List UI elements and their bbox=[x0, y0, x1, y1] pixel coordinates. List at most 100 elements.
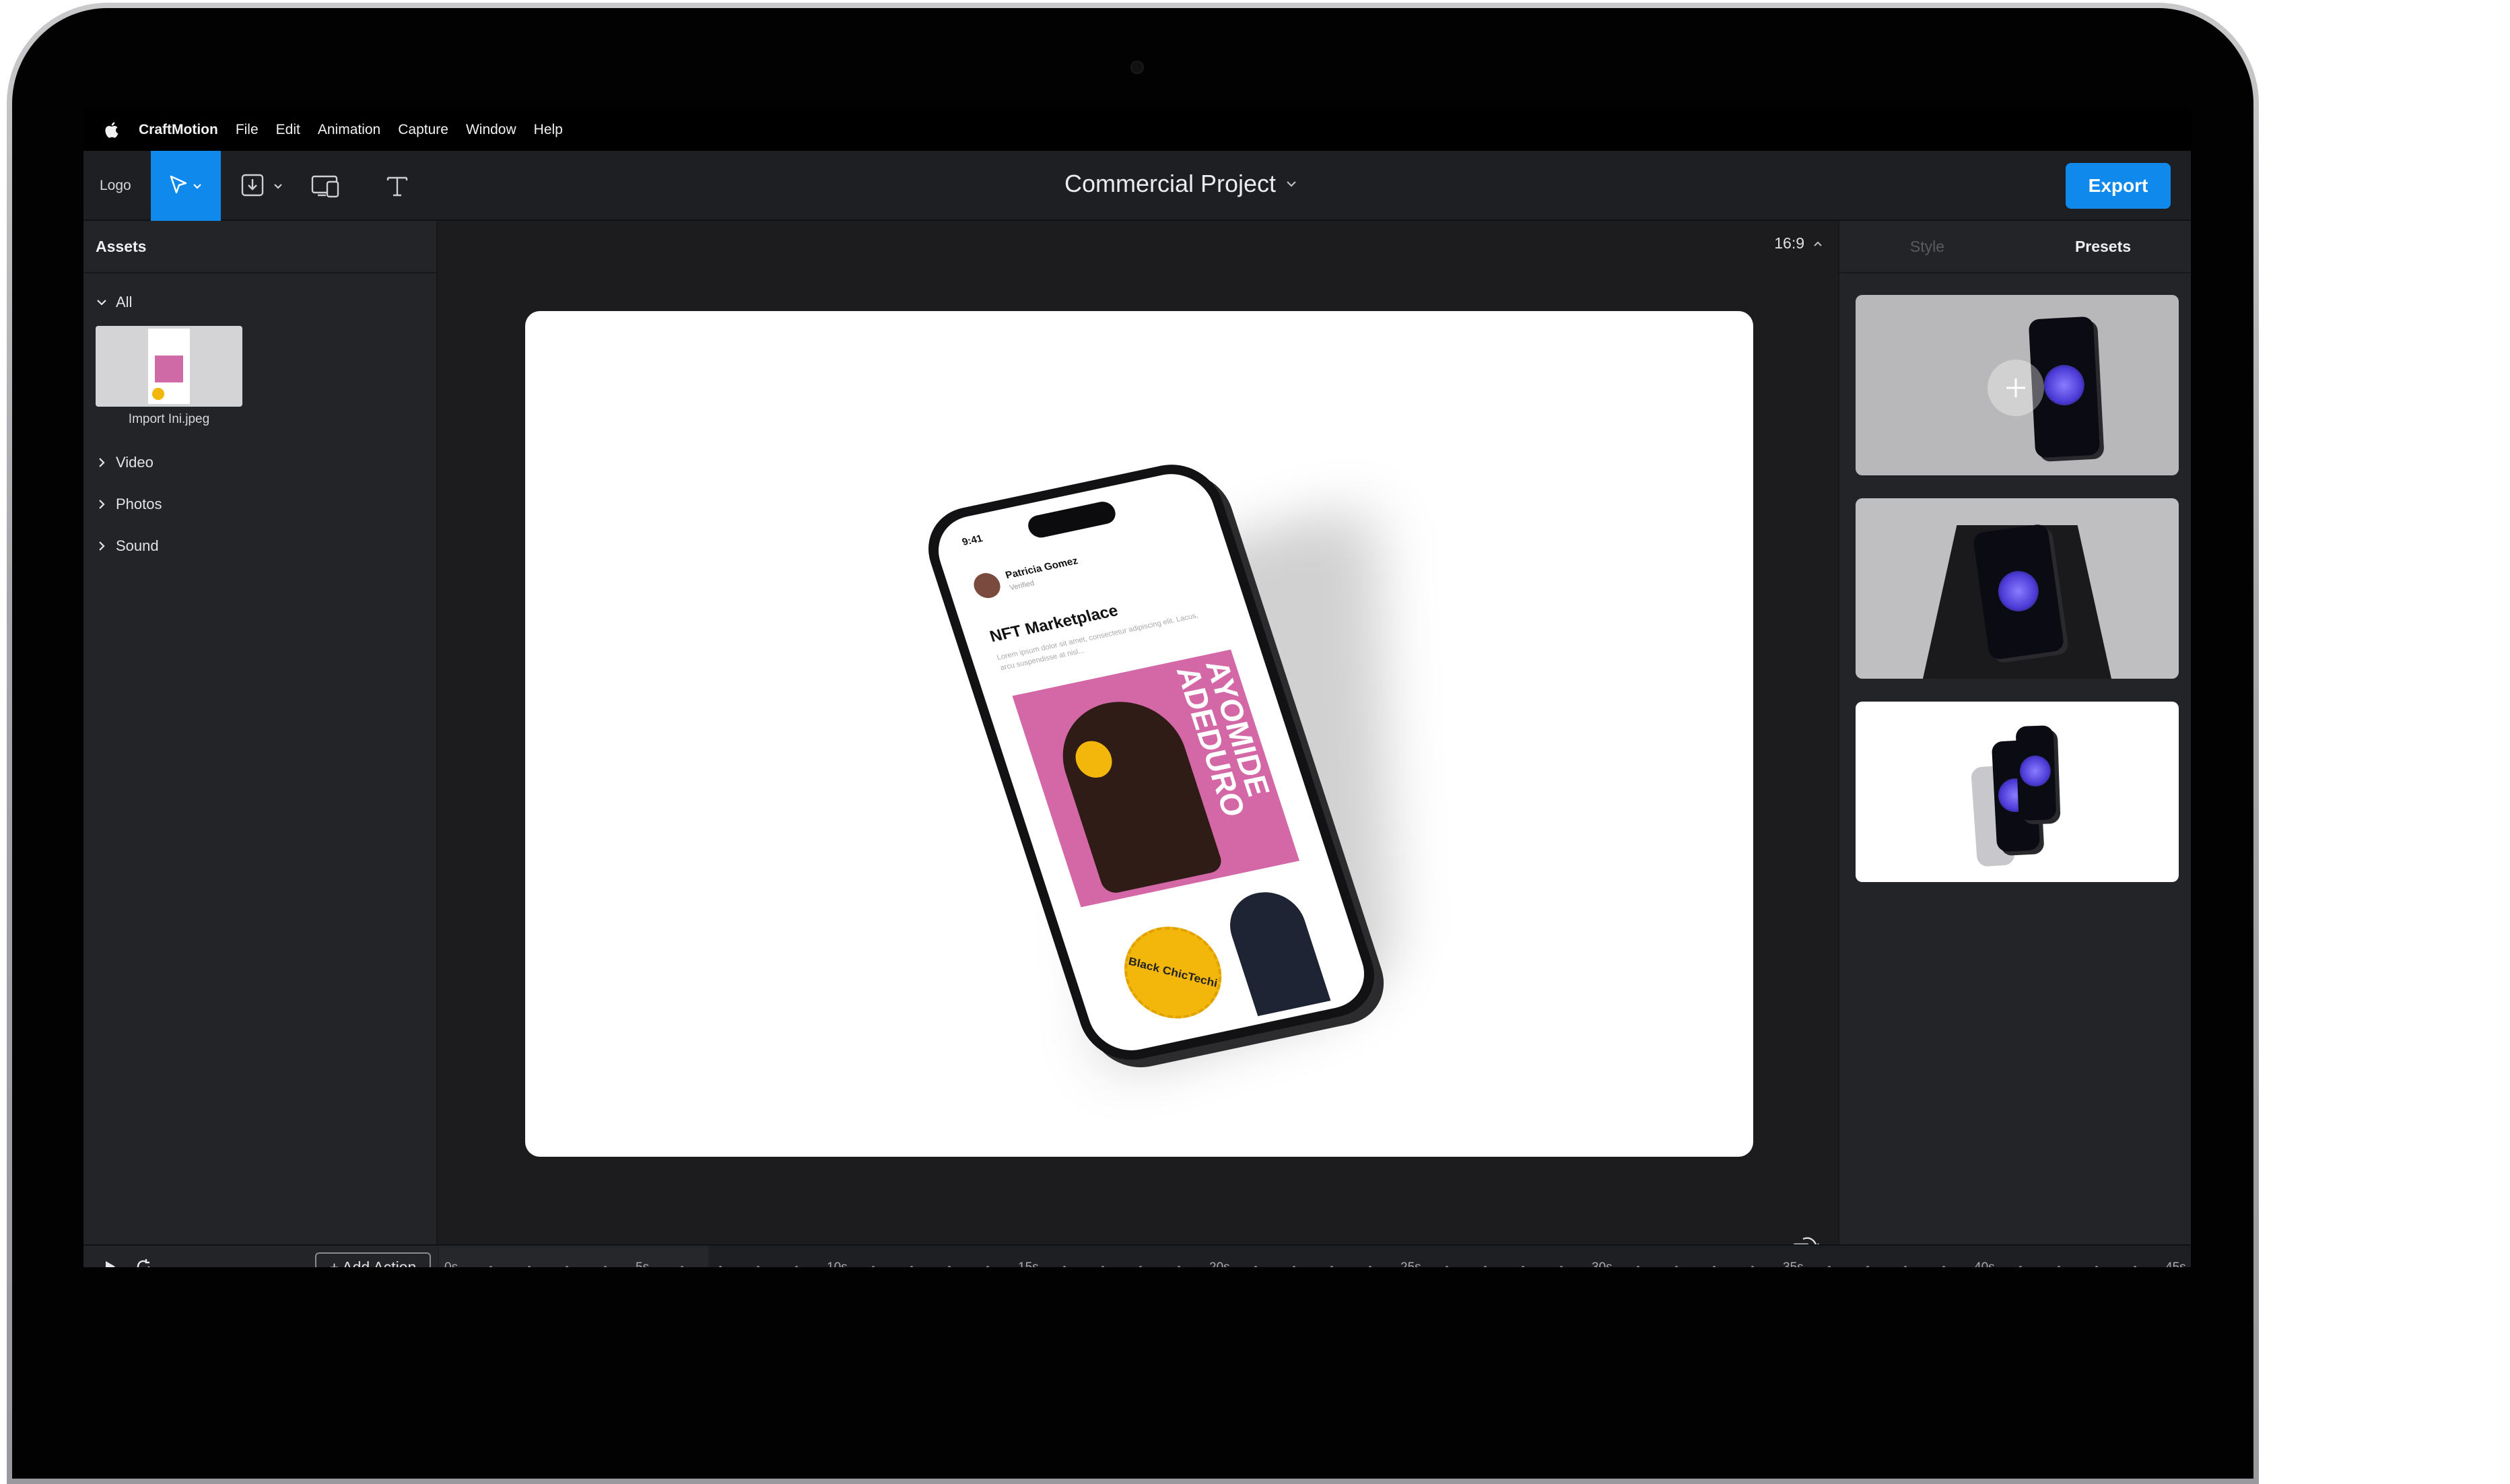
timeline-tick-dot bbox=[1636, 1266, 1639, 1267]
timeline-tick-dot bbox=[1445, 1266, 1448, 1267]
chevron-up-icon bbox=[1814, 241, 1822, 246]
add-preset-button[interactable] bbox=[1988, 360, 2044, 416]
tab-presets[interactable]: Presets bbox=[2015, 221, 2191, 272]
asset-item[interactable]: Import Ini.jpeg bbox=[83, 326, 436, 427]
timeline-tick-dot bbox=[1254, 1266, 1257, 1267]
timeline-tick-dot bbox=[604, 1266, 607, 1267]
preset-card-1[interactable] bbox=[1856, 295, 2179, 475]
project-title: Commercial Project bbox=[1064, 170, 1277, 197]
text-tool-button[interactable] bbox=[384, 168, 411, 203]
timeline-tick-dot bbox=[1483, 1266, 1487, 1267]
timeline-tick-dot bbox=[1101, 1266, 1104, 1267]
timeline-tick-dot bbox=[566, 1266, 569, 1267]
folder-sound[interactable]: Sound bbox=[83, 525, 436, 567]
menu-help[interactable]: Help bbox=[534, 122, 563, 138]
assets-header: Assets bbox=[83, 221, 436, 273]
device-tool-button[interactable] bbox=[310, 168, 343, 203]
camera-icon bbox=[1130, 61, 1144, 74]
phone-time: 9:41 bbox=[960, 533, 984, 548]
timeline-tick-dot bbox=[1827, 1266, 1831, 1267]
secondary-photo bbox=[1220, 885, 1331, 1017]
asset-filename: Import Ini.jpeg bbox=[128, 412, 210, 426]
folder-photos-label: Photos bbox=[116, 496, 162, 512]
timeline-tick-dot bbox=[871, 1266, 875, 1267]
timeline-tick-dot bbox=[1522, 1266, 1525, 1267]
timeline-ruler[interactable]: 0s5s10s15s20s25s30s35s40s45s bbox=[439, 1246, 2191, 1267]
timeline-tick-dot bbox=[1866, 1266, 1869, 1267]
preset-card-2[interactable] bbox=[1856, 498, 2179, 679]
devices-icon bbox=[311, 175, 339, 198]
timeline-tick-dot bbox=[680, 1266, 683, 1267]
menu-app-name[interactable]: CraftMotion bbox=[139, 122, 218, 138]
preset-card-3[interactable] bbox=[1856, 702, 2179, 882]
timeline-tick-dot bbox=[718, 1266, 722, 1267]
timeline-tick-dot bbox=[1674, 1266, 1678, 1267]
phone-mockup[interactable]: 9:41 Patricia Gomez Verified NFT Marketp… bbox=[916, 446, 1396, 1083]
timeline-tick-dot bbox=[1751, 1266, 1755, 1267]
apple-icon[interactable] bbox=[104, 121, 118, 139]
panel-tabs: Style Presets bbox=[1839, 221, 2191, 273]
timeline-tick-dot bbox=[1942, 1266, 1946, 1267]
chevron-right-icon bbox=[99, 500, 105, 509]
import-tool-button[interactable] bbox=[238, 168, 290, 203]
add-action-button[interactable]: + Add Action bbox=[315, 1252, 431, 1267]
timeline-tick-dot bbox=[986, 1266, 990, 1267]
timeline-tick-dot bbox=[1292, 1266, 1295, 1267]
timeline-tick-dot bbox=[757, 1266, 760, 1267]
export-button[interactable]: Export bbox=[2066, 163, 2171, 209]
menu-file[interactable]: File bbox=[236, 122, 259, 138]
menu-window[interactable]: Window bbox=[466, 122, 516, 138]
folder-photos[interactable]: Photos bbox=[83, 483, 436, 525]
cursor-icon bbox=[170, 175, 201, 194]
timeline-played-region bbox=[439, 1246, 708, 1267]
phone-user-name: Patricia Gomez bbox=[1004, 555, 1080, 582]
logo-label[interactable]: Logo bbox=[100, 178, 131, 194]
app-screen: CraftMotion File Edit Animation Capture … bbox=[83, 109, 2191, 1267]
timeline-tick-dot bbox=[1062, 1266, 1066, 1267]
loop-icon[interactable] bbox=[135, 1258, 152, 1267]
avatar bbox=[970, 570, 1004, 601]
folder-video-label: Video bbox=[116, 454, 154, 471]
timeline-tick-dot bbox=[948, 1266, 951, 1267]
timeline-tick-dot bbox=[2057, 1266, 2060, 1267]
thumbnail-preview bbox=[148, 329, 190, 404]
folder-video[interactable]: Video bbox=[83, 442, 436, 483]
menu-animation[interactable]: Animation bbox=[318, 122, 380, 138]
chevron-right-icon bbox=[99, 541, 105, 551]
timeline-controls: + Add Action bbox=[83, 1246, 438, 1267]
project-title-dropdown[interactable]: Commercial Project bbox=[1013, 170, 1349, 198]
timeline-tick-dot bbox=[527, 1266, 531, 1267]
text-icon bbox=[386, 176, 408, 197]
toolbar: Logo Commercial Project Export bbox=[83, 151, 2191, 221]
timeline-tick-dot bbox=[1560, 1266, 1563, 1267]
aspect-ratio-label: 16:9 bbox=[1774, 234, 1804, 252]
tab-style[interactable]: Style bbox=[1839, 221, 2015, 272]
timeline-tick-dot bbox=[2095, 1266, 2099, 1267]
preview-stage[interactable]: 9:41 Patricia Gomez Verified NFT Marketp… bbox=[525, 311, 1753, 1157]
menu-edit[interactable]: Edit bbox=[276, 122, 300, 138]
dynamic-island bbox=[1025, 500, 1119, 540]
menu-capture[interactable]: Capture bbox=[398, 122, 448, 138]
chevron-right-icon bbox=[99, 458, 105, 467]
assets-panel: Assets All Import Ini.jpeg Video Photos … bbox=[83, 221, 438, 1267]
aspect-ratio-dropdown[interactable]: 16:9 bbox=[1774, 234, 1823, 252]
menu-bar: CraftMotion File Edit Animation Capture … bbox=[83, 109, 2191, 151]
canvas-area: 16:9 9:41 Patricia Gomez Verified NFT Ma… bbox=[439, 221, 1838, 1262]
folder-all[interactable]: All bbox=[83, 281, 436, 323]
folder-sound-label: Sound bbox=[116, 537, 159, 554]
phone-badge: Black ChicTechi bbox=[1116, 916, 1230, 1030]
preset-phone-front bbox=[2015, 725, 2057, 821]
timeline-tick-dot bbox=[2134, 1266, 2137, 1267]
timeline-tick-dot bbox=[1904, 1266, 1907, 1267]
presets-panel: Style Presets bbox=[1838, 221, 2191, 1267]
timeline-tick-dot bbox=[489, 1266, 492, 1267]
laptop-bezel: CraftMotion File Edit Animation Capture … bbox=[12, 8, 2253, 1479]
timeline-tick-dot bbox=[1178, 1266, 1181, 1267]
select-tool-button[interactable] bbox=[151, 151, 221, 221]
asset-thumbnail[interactable] bbox=[96, 326, 242, 407]
timeline-tick-dot bbox=[2019, 1266, 2022, 1267]
plus-icon bbox=[2006, 378, 2025, 397]
timeline-tick-dot bbox=[1713, 1266, 1716, 1267]
play-icon[interactable] bbox=[102, 1259, 117, 1267]
timeline-tick-dot bbox=[910, 1266, 913, 1267]
